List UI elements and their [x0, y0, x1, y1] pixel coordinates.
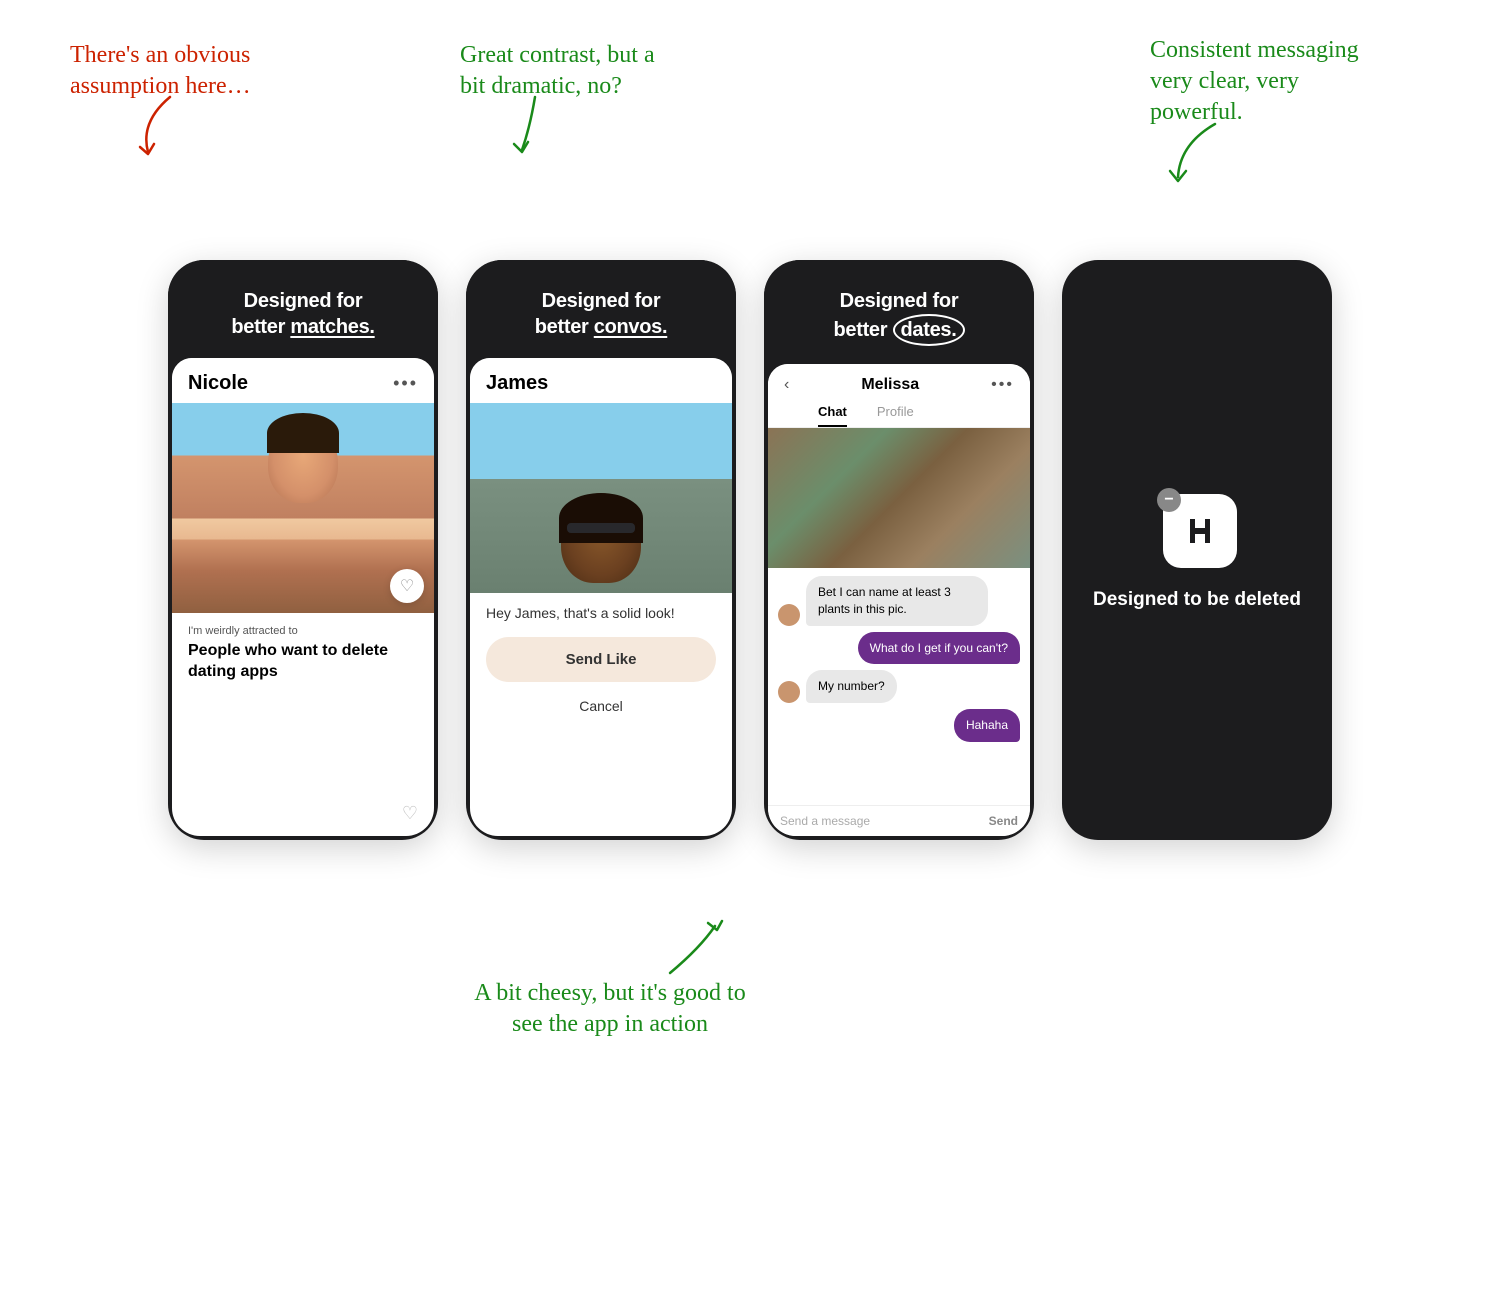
phone1-bio: I'm weirdly attracted to People who want… — [172, 613, 434, 795]
phone2-headline: Designed forbetter convos. — [486, 288, 716, 340]
minus-badge: − — [1157, 488, 1181, 512]
annotation-bottom-text: A bit cheesy, but it's good to see the a… — [474, 980, 745, 1037]
phone3-photo — [768, 428, 1030, 568]
phone1-emphasis: matches. — [290, 316, 374, 338]
phone1-bio-small: I'm weirdly attracted to — [188, 625, 418, 637]
phone3-message-input[interactable]: Send a message — [780, 814, 981, 828]
phone2-send-like-button[interactable]: Send Like — [486, 637, 716, 682]
phone1-screen-header: Nicole ••• — [172, 358, 434, 403]
phone1-headline: Designed forbetter matches. — [188, 288, 418, 340]
phone1-footer: ♡ — [172, 795, 434, 836]
annotation-top-center-text: Great contrast, but a bit dramatic, no? — [460, 42, 655, 99]
annotations-top: There's an obvious assumption here… Grea… — [40, 30, 1460, 250]
phone1-bio-large: People who want to delete dating apps — [188, 641, 418, 683]
phone3-back-button[interactable]: ‹ — [784, 376, 789, 394]
phone3-send-button[interactable]: Send — [989, 814, 1018, 828]
phone2-header: Designed forbetter convos. — [466, 260, 736, 358]
phone-2: Designed forbetter convos. James Hey J — [466, 260, 736, 840]
phone1-heart-button[interactable]: ♡ — [390, 569, 424, 603]
phone2-profile-name: James — [486, 372, 548, 395]
arrow-top-right — [1160, 119, 1230, 189]
phone4-tagline: Designed to be deleted — [1093, 588, 1301, 613]
phone3-screen-header: ‹ Melissa ••• — [768, 364, 1030, 398]
phone3-tabs: Chat Profile — [768, 398, 1030, 428]
phone2-compliment: Hey James, that's a solid look! — [470, 593, 732, 631]
phone3-more-icon[interactable]: ••• — [991, 376, 1014, 394]
phone3-profile-name: Melissa — [861, 376, 919, 394]
arrow-top-center — [500, 92, 560, 157]
phone3-screen: ‹ Melissa ••• Chat Profile Bet I can nam… — [768, 364, 1030, 836]
phone1-header: Designed forbetter matches. — [168, 260, 438, 358]
tab-chat[interactable]: Chat — [818, 398, 847, 427]
arrow-top-left — [130, 92, 190, 162]
hinge-logo — [1180, 511, 1220, 551]
phone1-photo: ♡ — [172, 403, 434, 613]
phone3-emphasis: dates. — [893, 314, 965, 346]
page-wrapper: There's an obvious assumption here… Grea… — [0, 0, 1500, 1310]
phone2-screen-header: James — [470, 358, 732, 403]
phone2-cancel-button[interactable]: Cancel — [470, 688, 732, 724]
chat-bubble-received-2: My number? — [806, 670, 897, 703]
chat-message-3: My number? — [778, 670, 1020, 703]
chat-message-1: Bet I can name at least 3 plants in this… — [778, 576, 1020, 626]
chat-message-4: Hahaha — [778, 709, 1020, 742]
phones-row: Designed forbetter matches. Nicole ••• — [40, 260, 1460, 840]
phone4-content: − Designed to be deleted — [1062, 260, 1332, 840]
chat-message-2: What do I get if you can't? — [778, 632, 1020, 665]
chat-avatar-2 — [778, 681, 800, 703]
phone-3: Designed forbetter dates. ‹ Melissa ••• … — [764, 260, 1034, 840]
chat-bubble-sent-2: Hahaha — [954, 709, 1020, 742]
phone-4: − Designed to be deleted — [1062, 260, 1332, 840]
annotation-bottom: A bit cheesy, but it's good to see the a… — [470, 978, 750, 1040]
phone1-more-icon[interactable]: ••• — [393, 373, 418, 394]
chat-avatar — [778, 604, 800, 626]
phone3-header: Designed forbetter dates. — [764, 260, 1034, 364]
arrow-bottom — [650, 918, 730, 983]
annotation-top-left-text: There's an obvious assumption here… — [70, 42, 251, 99]
chat-area: Bet I can name at least 3 plants in this… — [768, 568, 1030, 805]
phone-1: Designed forbetter matches. Nicole ••• — [168, 260, 438, 840]
phone1-screen: Nicole ••• ♡ I'm weirdly attracted to P — [172, 358, 434, 836]
phone2-screen: James Hey James, that's a solid look! Se… — [470, 358, 732, 836]
app-icon-wrapper: − — [1157, 488, 1237, 568]
phone1-footer-heart-icon[interactable]: ♡ — [402, 803, 418, 824]
annotations-bottom: A bit cheesy, but it's good to see the a… — [40, 850, 1460, 1050]
phone2-emphasis: convos. — [594, 316, 667, 338]
chat-bubble-sent-1: What do I get if you can't? — [858, 632, 1020, 665]
phone1-profile-name: Nicole — [188, 372, 248, 395]
phone3-input-bar: Send a message Send — [768, 805, 1030, 836]
phone3-headline: Designed forbetter dates. — [784, 288, 1014, 346]
annotation-top-left: There's an obvious assumption here… — [70, 40, 290, 102]
annotation-top-right: Consistent messaging very clear, very po… — [1150, 35, 1380, 129]
chat-bubble-received-1: Bet I can name at least 3 plants in this… — [806, 576, 988, 626]
annotation-top-right-text: Consistent messaging very clear, very po… — [1150, 37, 1359, 125]
phone2-photo — [470, 403, 732, 593]
tab-profile[interactable]: Profile — [877, 398, 914, 427]
annotation-top-center: Great contrast, but a bit dramatic, no? — [460, 40, 680, 102]
